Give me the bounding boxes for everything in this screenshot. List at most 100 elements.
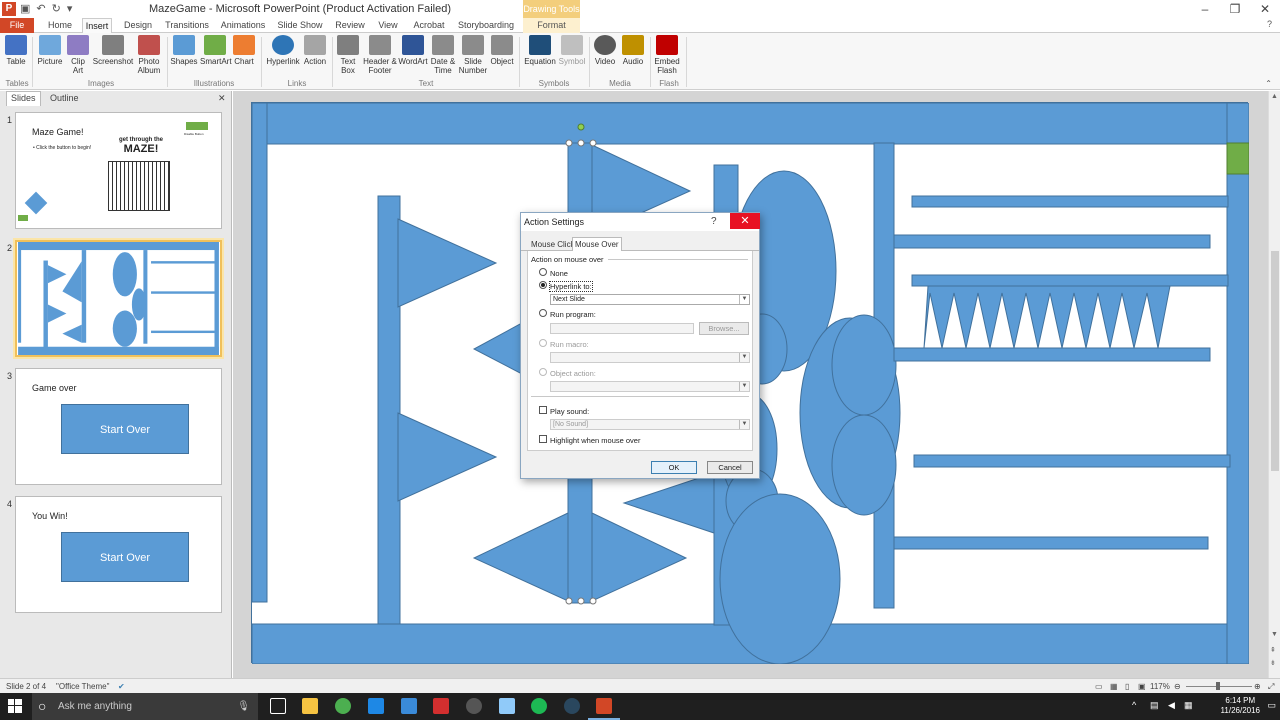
dialog-close-button[interactable]: ✕ xyxy=(730,213,760,229)
slide-number-button[interactable]: Slide Number xyxy=(458,35,488,75)
photo-album-button[interactable]: Photo Album xyxy=(134,35,164,75)
symbol-button[interactable]: Symbol xyxy=(558,35,586,66)
close-window-button[interactable]: ✕ xyxy=(1250,0,1280,18)
tab-transitions[interactable]: Transitions xyxy=(164,18,210,33)
slide-thumbnail-4[interactable]: You Win! Start Over xyxy=(15,496,222,613)
wordart-button[interactable]: WordArt xyxy=(398,35,428,66)
spelling-check-icon[interactable]: ✔ xyxy=(118,682,125,691)
smartart-button[interactable]: SmartArt xyxy=(200,35,232,66)
powerpoint-taskbar-icon[interactable] xyxy=(596,698,612,714)
microphone-icon[interactable]: 🎙 xyxy=(237,693,250,720)
shapes-button[interactable]: Shapes xyxy=(170,35,198,66)
normal-view-icon[interactable]: ▭ xyxy=(1095,682,1103,691)
notification-icon[interactable]: ▭ xyxy=(1267,700,1276,711)
action-button[interactable]: Action xyxy=(302,35,328,66)
tab-design[interactable]: Design xyxy=(120,18,156,33)
tab-outline[interactable]: Outline xyxy=(50,93,79,103)
file-explorer-icon[interactable] xyxy=(302,698,318,714)
clip-art-button[interactable]: Clip Art xyxy=(66,35,90,75)
tab-animations[interactable]: Animations xyxy=(218,18,268,33)
header-footer-button[interactable]: Header & Footer xyxy=(362,35,398,75)
tray-chevron-icon[interactable]: ^ xyxy=(1132,700,1136,710)
steam-icon[interactable] xyxy=(564,698,580,714)
tab-acrobat[interactable]: Acrobat xyxy=(410,18,448,33)
slide-show-icon[interactable]: ▣ xyxy=(1138,682,1146,691)
tab-home[interactable]: Home xyxy=(45,18,75,33)
date-time-button[interactable]: Date & Time xyxy=(430,35,456,75)
hyperlink-button[interactable]: Hyperlink xyxy=(264,35,302,66)
chrome-icon[interactable] xyxy=(335,698,351,714)
zoom-out-icon[interactable]: ⊖ xyxy=(1174,682,1181,691)
zoom-in-icon[interactable]: ⊕ xyxy=(1254,682,1261,691)
dialog-help-button[interactable]: ? xyxy=(711,213,717,231)
ok-button[interactable]: OK xyxy=(651,461,697,474)
next-slide-icon[interactable]: ⇟ xyxy=(1270,659,1276,667)
reading-view-icon[interactable]: ▯ xyxy=(1125,682,1129,691)
program-path-input[interactable] xyxy=(550,323,694,334)
slide-thumbnail-1[interactable]: Maze Game! • Click the button to begin! … xyxy=(15,112,222,229)
screenshot-button[interactable]: Screenshot xyxy=(92,35,134,66)
vertical-scrollbar[interactable]: ▲ ▼ ⇞ ⇟ xyxy=(1268,91,1280,678)
close-panel-button[interactable]: ✕ xyxy=(218,93,226,104)
radio-run-program[interactable] xyxy=(539,309,547,317)
audio-button[interactable]: Audio xyxy=(620,35,646,66)
highlight-checkbox[interactable] xyxy=(539,435,547,443)
previous-slide-icon[interactable]: ⇞ xyxy=(1270,646,1276,654)
tab-review[interactable]: Review xyxy=(332,18,368,33)
minimize-button[interactable]: – xyxy=(1190,0,1220,18)
spotify-icon[interactable] xyxy=(531,698,547,714)
radio-object-action[interactable] xyxy=(539,368,547,376)
text-box-button[interactable]: Text Box xyxy=(336,35,360,75)
tab-storyboarding[interactable]: Storyboarding xyxy=(456,18,516,33)
table-button[interactable]: Table xyxy=(4,35,28,66)
tab-insert[interactable]: Insert xyxy=(82,18,112,34)
tab-mouse-click[interactable]: Mouse Click xyxy=(529,239,577,251)
zoom-slider-thumb[interactable] xyxy=(1216,682,1220,690)
scrollbar-thumb[interactable] xyxy=(1271,251,1279,471)
task-view-icon[interactable] xyxy=(270,698,286,714)
browse-button[interactable]: Browse... xyxy=(699,322,749,335)
slide-thumbnail-3[interactable]: Game over Start Over xyxy=(15,368,222,485)
collapse-ribbon-icon[interactable]: ⌃ xyxy=(1265,79,1272,88)
app-icon[interactable] xyxy=(466,698,482,714)
edge-icon[interactable] xyxy=(368,698,384,714)
scroll-down-icon[interactable]: ▼ xyxy=(1271,631,1278,638)
tab-mouse-over[interactable]: Mouse Over xyxy=(572,237,622,252)
play-sound-checkbox[interactable] xyxy=(539,406,547,414)
outlook-icon[interactable] xyxy=(401,698,417,714)
volume-icon[interactable]: ◀ xyxy=(1168,700,1175,711)
chart-button[interactable]: Chart xyxy=(232,35,256,66)
equation-button[interactable]: Equation xyxy=(522,35,558,66)
slide-sorter-icon[interactable]: ▦ xyxy=(1110,682,1118,691)
embed-flash-button[interactable]: Embed Flash xyxy=(652,35,682,75)
tab-file[interactable]: File xyxy=(0,18,34,33)
keyboard-icon[interactable]: ▦ xyxy=(1184,700,1193,711)
radio-run-macro[interactable] xyxy=(539,339,547,347)
tab-format[interactable]: Format xyxy=(523,18,580,33)
recorder-icon[interactable] xyxy=(433,698,449,714)
tab-view[interactable]: View xyxy=(375,18,401,33)
theme-name[interactable]: "Office Theme" xyxy=(56,682,109,691)
zoom-level[interactable]: 117% xyxy=(1150,682,1170,691)
scroll-up-icon[interactable]: ▲ xyxy=(1271,93,1278,100)
help-icon[interactable]: ? xyxy=(1267,19,1272,29)
network-icon[interactable]: ▤ xyxy=(1150,700,1159,711)
picture-button[interactable]: Picture xyxy=(36,35,64,66)
cortana-search-box[interactable]: ○ Ask me anything 🎙 xyxy=(32,693,258,720)
fit-to-window-icon[interactable]: ⤢ xyxy=(1268,682,1274,692)
tab-slide-show[interactable]: Slide Show xyxy=(276,18,324,33)
cancel-button[interactable]: Cancel xyxy=(707,461,753,474)
maximize-button[interactable]: ❐ xyxy=(1220,0,1250,18)
hyperlink-select[interactable]: Next Slide ▼ xyxy=(550,294,750,305)
windows-start-icon[interactable] xyxy=(8,699,22,713)
video-button[interactable]: Video xyxy=(592,35,618,66)
slide-thumbnail-2[interactable] xyxy=(15,240,222,357)
tab-slides[interactable]: Slides xyxy=(6,91,41,106)
sound-select[interactable]: [No Sound] ▼ xyxy=(550,419,750,430)
radio-hyperlink[interactable] xyxy=(539,281,547,289)
cube-app-icon[interactable] xyxy=(499,698,515,714)
object-button[interactable]: Object xyxy=(489,35,515,66)
object-action-select[interactable]: ▼ xyxy=(550,381,750,392)
radio-none[interactable] xyxy=(539,268,547,276)
taskbar-clock[interactable]: 6:14 PM 11/26/2016 xyxy=(1221,696,1260,716)
